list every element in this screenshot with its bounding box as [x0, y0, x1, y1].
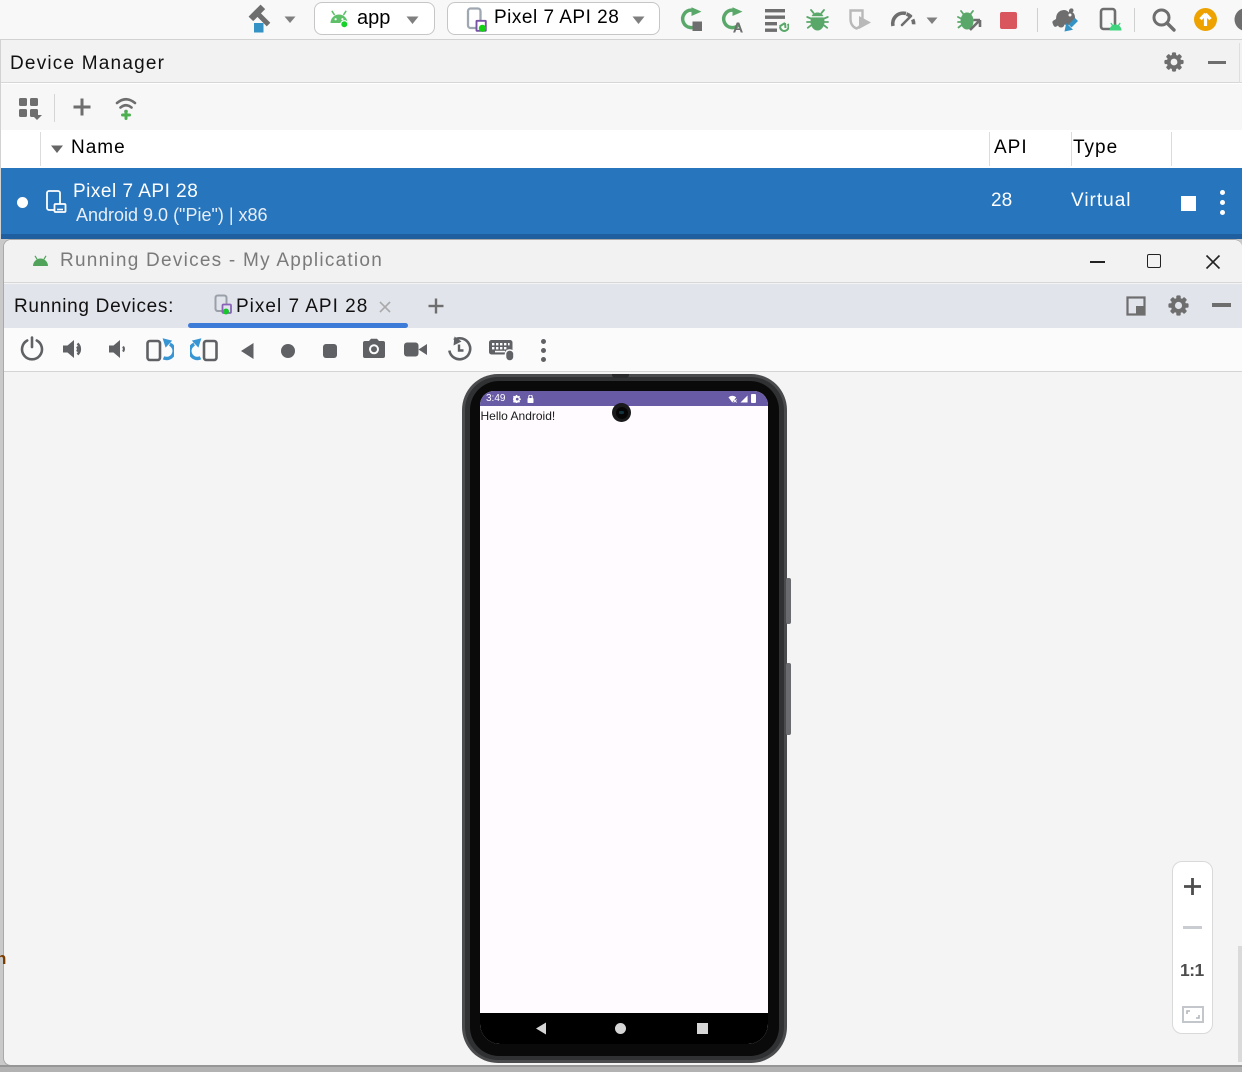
svg-text:A: A [733, 21, 744, 34]
